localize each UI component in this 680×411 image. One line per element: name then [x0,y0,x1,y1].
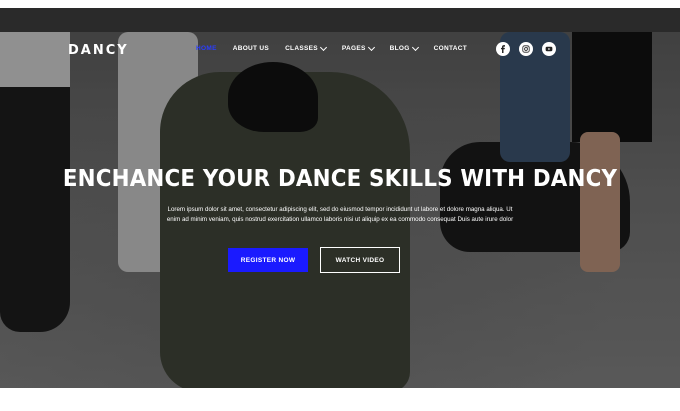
browser-top-bar [0,8,680,32]
nav-item-home[interactable]: HOME [196,45,217,52]
nav-item-label: CONTACT [433,45,468,52]
brand-logo[interactable]: DANCY [68,43,129,58]
chevron-down-icon [319,43,327,52]
nav-item-label: ABOUT US [232,45,270,52]
nav-item-classes[interactable]: CLASSES [285,43,327,52]
register-now-button[interactable]: REGISTER NOW [228,248,308,272]
watch-video-button[interactable]: WATCH VIDEO [320,247,400,273]
chevron-down-icon [411,43,419,52]
nav-item-label: CLASSES [285,45,318,52]
facebook-icon[interactable] [496,42,510,56]
instagram-icon[interactable] [519,42,533,56]
hero-headline: ENCHANCE YOUR DANCE SKILLS WITH DANCY [62,166,618,192]
hero-paragraph: Lorem ipsum dolor sit amet, consectetur … [166,206,514,223]
hero-section: DANCY HOME ABOUT US CLASSES PAGES BLOG C… [0,32,680,388]
nav-item-pages[interactable]: PAGES [341,43,375,52]
nav-item-label: PAGES [341,45,366,52]
nav-item-blog[interactable]: BLOG [389,43,419,52]
nav-item-about-us[interactable]: ABOUT US [233,45,269,52]
nav-item-contact[interactable]: CONTACT [434,45,467,52]
nav-item-label: HOME [196,45,217,52]
youtube-icon[interactable] [542,42,556,56]
main-nav: HOME ABOUT US CLASSES PAGES BLOG CONTACT [196,43,483,52]
nav-item-label: BLOG [389,45,410,52]
chevron-down-icon [367,43,375,52]
